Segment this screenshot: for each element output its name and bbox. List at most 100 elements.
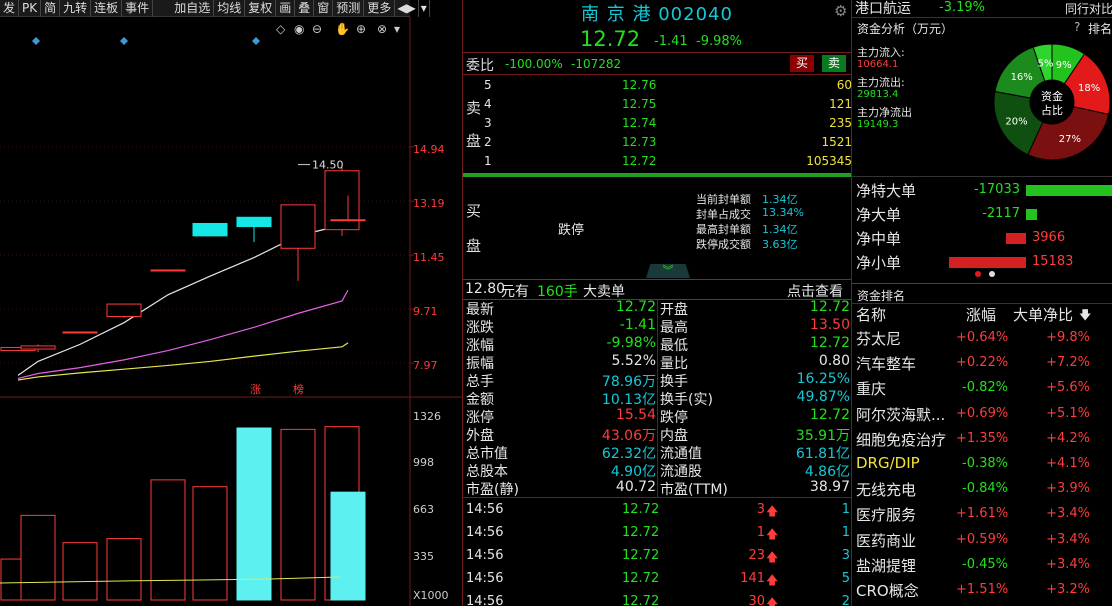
toolbar-item[interactable]: 发 (0, 0, 20, 17)
quote-value: 5.52% (611, 353, 656, 369)
volume-bar[interactable] (236, 427, 272, 601)
weibi-value: -107282 (571, 57, 622, 71)
rank-item-name[interactable]: CRO概念 (856, 580, 919, 601)
flow-value: -2117 (982, 206, 1020, 221)
candle-body[interactable] (20, 345, 56, 350)
sell-level-price[interactable]: 12.75 (622, 97, 656, 111)
zoom-in-icon[interactable]: ⊕ (356, 22, 366, 36)
sort-arrow-icon[interactable]: 🡇 (1079, 306, 1091, 327)
rank-item-name[interactable]: 芬太尼 (856, 328, 901, 349)
rank-col-netratio[interactable]: 大单净比 (1013, 304, 1073, 325)
sector-pct: -3.19% (939, 0, 985, 15)
sell-level-price[interactable]: 12.76 (622, 78, 656, 92)
candle-body[interactable] (192, 222, 228, 237)
peer-compare-link[interactable]: 同行对比 (1065, 0, 1112, 17)
seal-label: 当前封单额 (696, 193, 751, 206)
bigorder-yuan: 元有 (501, 284, 529, 300)
candle-body[interactable] (106, 303, 142, 317)
help-icon[interactable]: ? (1074, 20, 1080, 34)
close-icon[interactable]: ⊗ (377, 22, 387, 36)
toolbar-item[interactable]: 九转 (60, 0, 92, 17)
toolbar-item[interactable]: 更多 (364, 0, 396, 17)
rank-col-name[interactable]: 名称 (856, 304, 886, 325)
fund-donut-chart: 9% 18% 27% 20% 16% 5% 资金占比 (993, 43, 1111, 161)
fund-rank-title: 资金排名 (857, 289, 906, 303)
rank-item-name[interactable]: 重庆 (856, 378, 886, 399)
menu-arrow-icon[interactable]: ▾ (419, 0, 430, 17)
rank-item-netratio: +3.4% (1046, 506, 1090, 522)
fund-rank-link[interactable]: 排名 (1088, 20, 1112, 37)
rank-item-name[interactable]: 无线充电 (856, 479, 916, 500)
sell-level-price[interactable]: 12.74 (622, 116, 656, 130)
sell-level-index: 2 (484, 135, 492, 149)
chevron-down-icon[interactable]: ︾ (646, 264, 690, 278)
rank-item-pct: -0.84% (962, 481, 1008, 497)
rank-item-name[interactable]: 医疗服务 (856, 504, 916, 525)
volume-bar[interactable] (62, 542, 98, 601)
quote-value: 35.91万 (795, 428, 850, 444)
eye-icon[interactable]: ◉ (294, 22, 304, 36)
bigorder-link[interactable]: 点击查看 (787, 281, 843, 301)
rank-item-pct: +0.22% (956, 355, 1009, 371)
page-dot-active[interactable] (975, 271, 981, 277)
menu-icon[interactable]: ▾ (394, 22, 400, 36)
volume-bar[interactable] (20, 514, 56, 601)
rank-item-name[interactable]: 医药商业 (856, 530, 916, 551)
gear-icon[interactable]: ⚙ (834, 2, 847, 20)
buy-button[interactable]: 买 (790, 55, 814, 72)
sell-level-price[interactable]: 12.72 (622, 154, 656, 168)
draw-icon[interactable]: ◇ (276, 22, 286, 36)
rank-item-netratio: +4.2% (1046, 430, 1090, 446)
toolbar-item[interactable]: 简 (41, 0, 61, 17)
candle-body[interactable] (150, 269, 186, 272)
toolbar-item[interactable]: 叠 (295, 0, 315, 17)
volume-bar[interactable] (280, 428, 316, 601)
volume-bar[interactable] (330, 491, 366, 601)
expand-icon[interactable]: ◀▶ (395, 0, 419, 17)
trade-count: 2 (841, 594, 850, 606)
page-dot[interactable] (989, 271, 995, 277)
sell-level-index: 3 (484, 116, 492, 130)
toolbar-item[interactable]: PK (19, 0, 42, 17)
rank-item-name[interactable]: DRG/DIP (856, 454, 920, 472)
volume-bar[interactable] (106, 538, 142, 601)
sell-button[interactable]: 卖 (822, 55, 846, 72)
rank-item-name[interactable]: 细胞免疫治疗 (856, 429, 946, 450)
toolbar-item[interactable]: 连板 (91, 0, 123, 17)
event-marker-icon[interactable] (252, 37, 260, 45)
flow-value: 15183 (1032, 254, 1074, 269)
zoom-out-icon[interactable]: ⊖ (312, 22, 322, 36)
candle-body[interactable] (280, 204, 316, 249)
divider (852, 176, 1112, 177)
donut-center-label: 占比 (1041, 103, 1063, 117)
rank-item-name[interactable]: 盐湖提锂 (856, 555, 916, 576)
candle-body[interactable] (236, 216, 272, 228)
toolbar-item[interactable]: 复权 (245, 0, 277, 17)
sell-side-label: 卖 (466, 99, 482, 117)
toolbar-item[interactable]: 加自选 (171, 0, 215, 17)
trade-volume: 23 (748, 548, 765, 563)
toolbar-item[interactable]: 事件 (122, 0, 154, 17)
toolbar-item[interactable]: 窗 (314, 0, 334, 17)
toolbar-item[interactable]: 均线 (214, 0, 246, 17)
trade-price: 12.72 (622, 502, 660, 517)
toolbar-item[interactable]: 画 (276, 0, 296, 17)
rank-item-pct: +0.59% (956, 531, 1009, 547)
kline-chart[interactable]: 14.94 13.19 11.45 9.71 7.97 ◇ ◉ ⊖ ✋ ⊕ ⊗ ▾ 14.50 涨 榜 132… (0, 17, 462, 606)
rank-item-name[interactable]: 阿尔茨海默... (856, 404, 945, 425)
volume-bar[interactable] (150, 479, 186, 601)
candle-body[interactable] (330, 219, 366, 222)
quote-label: 内盘 (660, 428, 688, 444)
hand-icon[interactable]: ✋ (335, 22, 350, 36)
rank-item-name[interactable]: 汽车整车 (856, 353, 916, 374)
trade-count: 1 (841, 502, 850, 517)
rank-col-pct[interactable]: 涨幅 (966, 304, 996, 325)
sector-name[interactable]: 港口航运 (855, 0, 911, 18)
sell-level-price[interactable]: 12.73 (622, 135, 656, 149)
toolbar-item[interactable]: 预测 (333, 0, 365, 17)
volume-bar[interactable] (192, 486, 228, 601)
event-marker-icon[interactable] (120, 37, 128, 45)
rank-item-netratio: +3.4% (1046, 531, 1090, 547)
candle-body[interactable] (62, 331, 98, 334)
event-marker-icon[interactable] (32, 37, 40, 45)
